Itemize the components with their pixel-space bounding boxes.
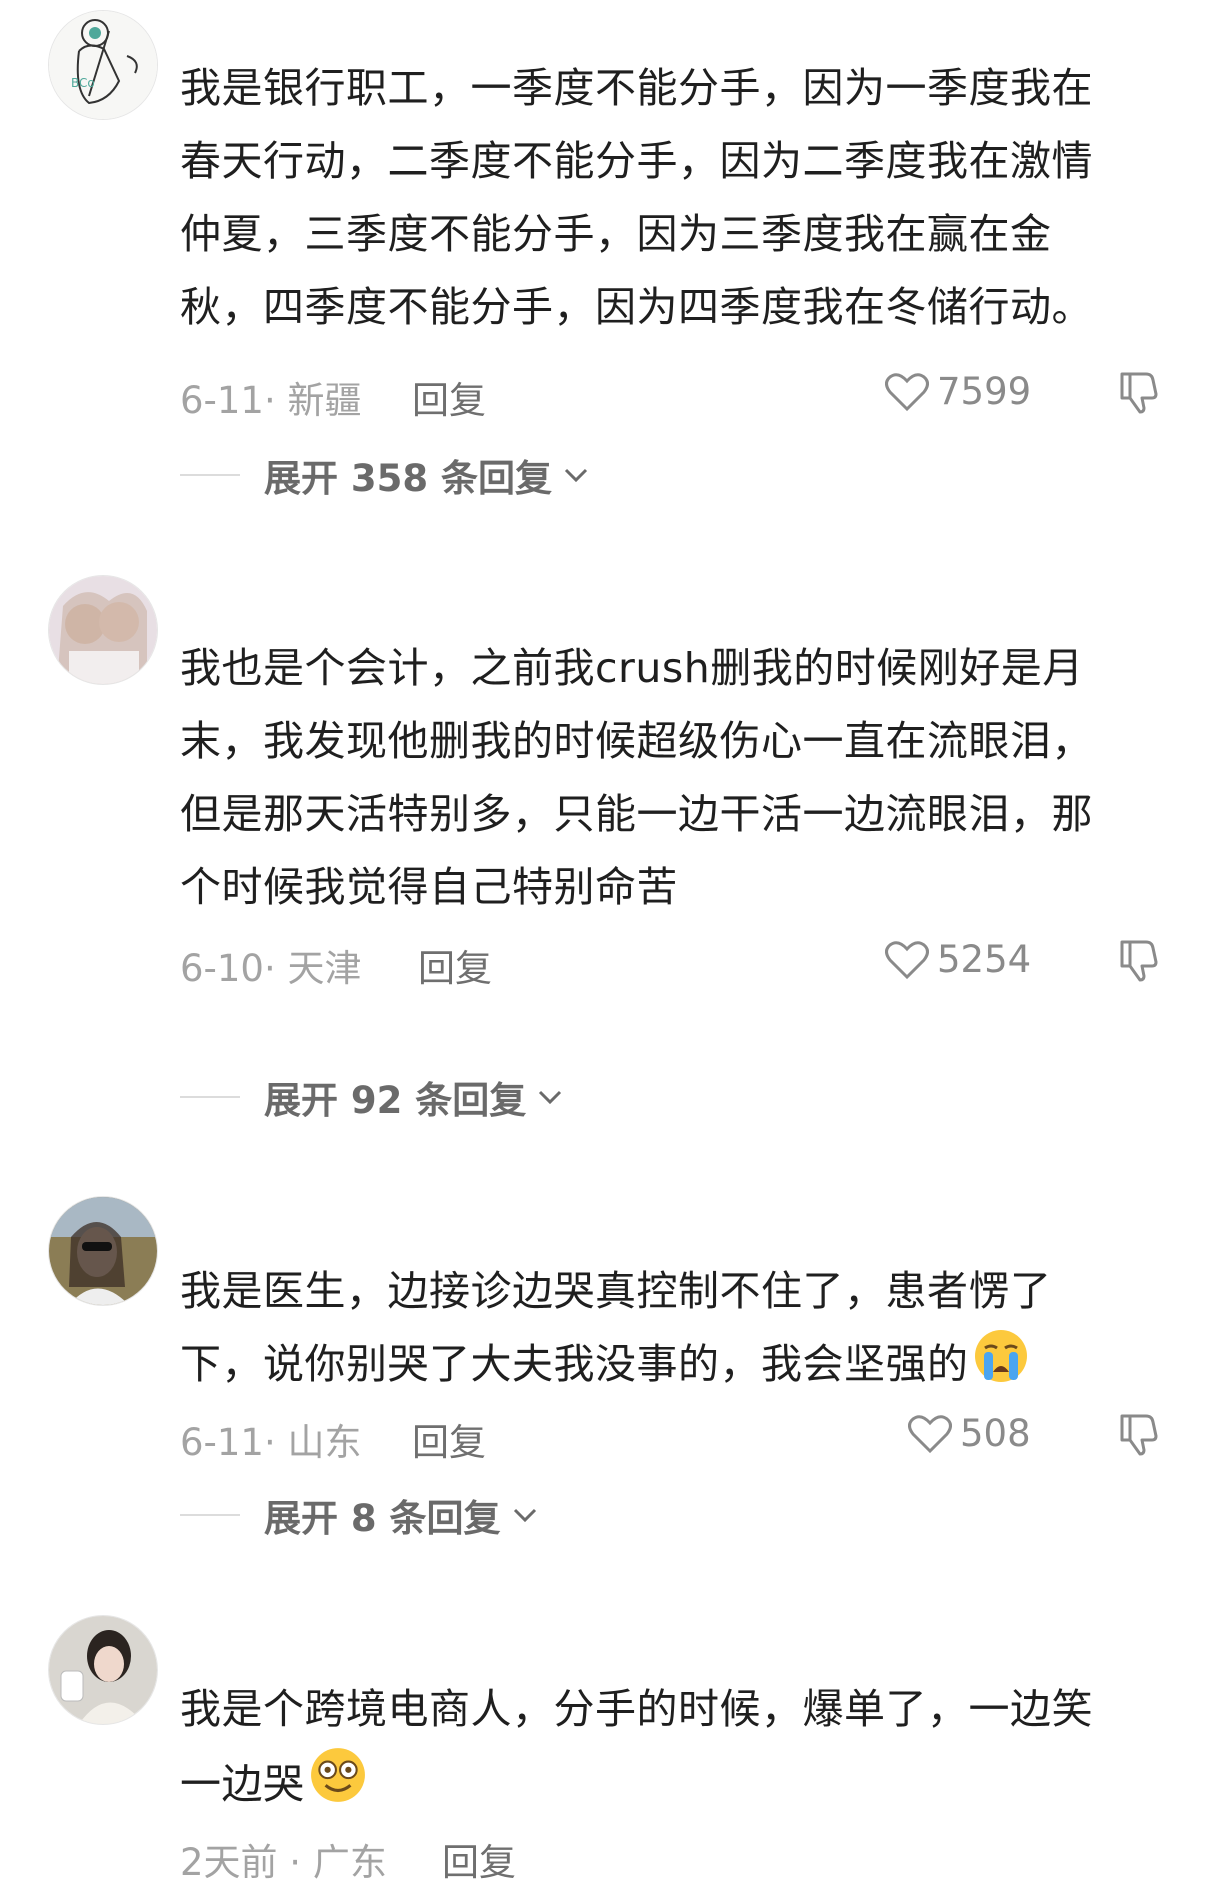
like-button[interactable]: 5254: [885, 938, 1031, 981]
expand-replies[interactable]: 展开 8 条回复: [180, 1490, 539, 1540]
chevron-down-icon: [539, 1090, 562, 1105]
svg-text:BCo: BCo: [71, 76, 95, 90]
reply-button[interactable]: 回复: [418, 938, 492, 992]
comment-text-line: 但是那天活特别多，只能一边干活一边流眼泪，那: [180, 790, 1093, 838]
heart-outline-icon: [885, 940, 929, 979]
comment-text-line: 仲夏，三季度不能分手，因为三季度我在赢在金: [180, 210, 1052, 258]
avatar[interactable]: BCo: [48, 10, 158, 120]
like-count: 5254: [937, 938, 1032, 981]
chevron-down-icon: [564, 468, 588, 483]
heart-outline-icon: [885, 372, 929, 411]
like-button[interactable]: 508: [908, 1412, 1031, 1455]
reply-button[interactable]: 回复: [412, 370, 486, 424]
comment-text-segment: 下，说你别哭了大夫我没事的，我会坚强的: [180, 1340, 969, 1388]
comment-text-line: 我也是个会计，之前我crush删我的时候刚好是月: [180, 644, 1084, 692]
comment-text-line: 我是医生，边接诊边哭真控制不住了，患者愣了: [180, 1267, 1052, 1315]
comment-text-line: 我是个跨境电商人，分手的时候，爆单了，一边笑: [180, 1685, 1093, 1733]
expand-replies[interactable]: 展开 92 条回复: [180, 1072, 564, 1122]
comment-text-line: 末，我发现他删我的时候超级伤心一直在流眼泪，: [180, 717, 1093, 765]
comment-text-line: 秋，四季度不能分手，因为四季度我在冬储行动。: [180, 283, 1093, 331]
comment-date-location: 6-11· 新疆: [180, 379, 362, 422]
dislike-button[interactable]: [1118, 1412, 1160, 1465]
reply-button[interactable]: 回复: [412, 1412, 486, 1466]
expand-replies-label: 展开 358 条回复: [264, 457, 552, 500]
comment-text-line: 一边哭: [180, 1746, 1160, 1819]
comment-text-line: 个时候我觉得自己特别命苦: [180, 863, 678, 911]
comment-text-segment: 一边哭: [180, 1760, 305, 1808]
heart-outline-icon: [908, 1414, 952, 1453]
chevron-down-icon: [513, 1508, 536, 1523]
like-count: 508: [960, 1412, 1031, 1455]
dizzy-smile-face-emoji: [309, 1746, 367, 1827]
loudly-crying-face-emoji: [973, 1328, 1029, 1407]
comment-date-location: 6-11· 山东: [180, 1421, 362, 1464]
divider: [180, 1096, 240, 1098]
reply-button[interactable]: 回复: [442, 1832, 516, 1886]
like-button[interactable]: 7599: [885, 370, 1031, 413]
avatar[interactable]: [48, 1196, 158, 1306]
thumbs-down-icon: [1120, 372, 1158, 414]
thumbs-down-icon: [1120, 1414, 1158, 1456]
like-count: 7599: [937, 370, 1032, 413]
divider: [180, 474, 240, 476]
comment-text-line: 下，说你别哭了大夫我没事的，我会坚强的: [180, 1328, 1160, 1401]
avatar[interactable]: [48, 1615, 158, 1725]
comment-date-location: 2天前 · 广东: [180, 1841, 387, 1884]
comment-date-location: 6-10· 天津: [180, 947, 362, 990]
dislike-button[interactable]: [1118, 370, 1160, 423]
dislike-button[interactable]: [1118, 938, 1160, 991]
expand-replies-label: 展开 92 条回复: [264, 1079, 527, 1122]
thumbs-down-icon: [1120, 940, 1158, 982]
comment-text-line: 我是银行职工，一季度不能分手，因为一季度我在: [180, 64, 1093, 112]
divider: [180, 1514, 240, 1516]
expand-replies-label: 展开 8 条回复: [264, 1497, 501, 1540]
expand-replies[interactable]: 展开 358 条回复: [180, 450, 590, 500]
comment-text-line: 春天行动，二季度不能分手，因为二季度我在激情: [180, 137, 1093, 185]
avatar[interactable]: [48, 575, 158, 685]
